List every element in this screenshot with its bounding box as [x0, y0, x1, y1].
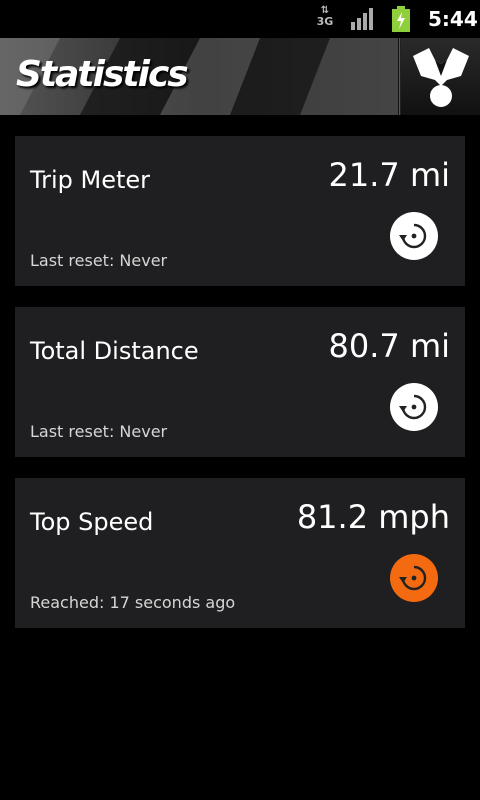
- card-subtext: Last reset: Never: [30, 251, 168, 270]
- signal-strength-icon: [351, 8, 373, 30]
- card-subtext: Last reset: Never: [30, 422, 168, 441]
- total-distance-card: Total Distance 80.7 mi Last reset: Never: [15, 307, 465, 457]
- battery-charging-icon: [392, 6, 410, 32]
- card-value: 81.2 mph: [296, 498, 450, 536]
- card-label: Top Speed: [30, 508, 154, 536]
- card-subtext: Reached: 17 seconds ago: [30, 593, 236, 612]
- action-bar-divider: [398, 38, 400, 115]
- driver-icon: [413, 48, 469, 107]
- driver-menu-button[interactable]: [401, 38, 480, 115]
- page-title: Statistics: [16, 54, 189, 95]
- reset-trip-meter-button[interactable]: [390, 212, 438, 260]
- reset-icon: [399, 223, 427, 249]
- status-bar: ⇅ 3G 5:44: [0, 0, 480, 38]
- reset-icon: [399, 394, 427, 420]
- reset-top-speed-button[interactable]: [390, 554, 438, 602]
- card-value: 21.7 mi: [328, 156, 450, 194]
- reset-icon: [399, 565, 427, 591]
- action-bar: Statistics: [0, 38, 480, 115]
- network-3g-icon: ⇅ 3G: [314, 6, 336, 32]
- top-speed-card: Top Speed 81.2 mph Reached: 17 seconds a…: [15, 478, 465, 628]
- reset-total-distance-button[interactable]: [390, 383, 438, 431]
- card-value: 80.7 mi: [328, 327, 450, 365]
- clock: 5:44: [428, 7, 478, 31]
- card-label: Total Distance: [30, 337, 199, 365]
- card-label: Trip Meter: [30, 166, 151, 194]
- network-type-label: 3G: [316, 15, 334, 28]
- trip-meter-card: Trip Meter 21.7 mi Last reset: Never: [15, 136, 465, 286]
